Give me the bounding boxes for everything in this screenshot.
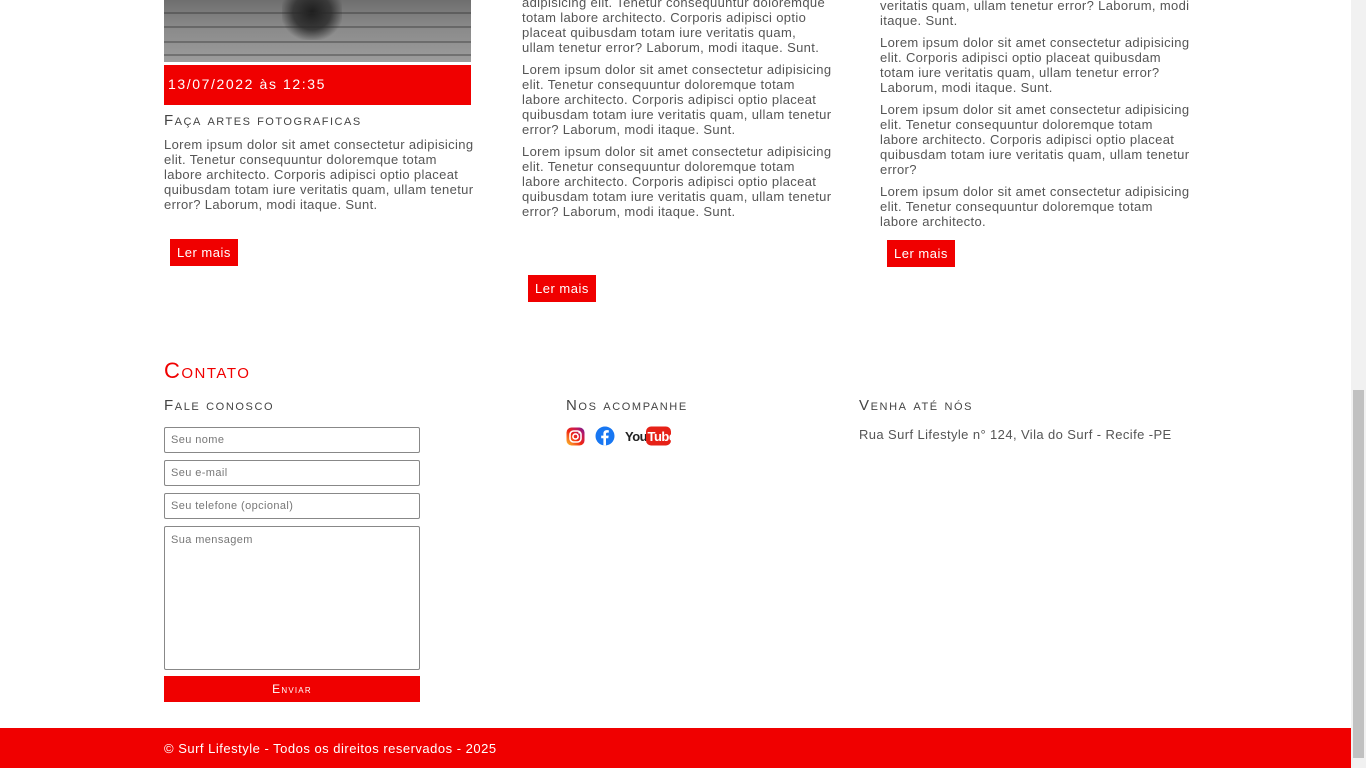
scrollbar-thumb[interactable]: [1353, 390, 1364, 758]
surfer-silhouette: [282, 0, 342, 40]
youtube-icon[interactable]: You Tube: [625, 426, 676, 451]
water-ripple: [164, 26, 471, 28]
address-text: Rua Surf Lifestyle n° 124, Vila do Surf …: [859, 427, 1172, 442]
water-ripple: [164, 12, 471, 14]
post-paragraph: Lorem ipsum dolor sit amet consectetur a…: [522, 62, 832, 137]
read-more-button[interactable]: Ler mais: [528, 275, 596, 302]
post-paragraph: Lorem ipsum dolor sit amet consectetur a…: [164, 137, 474, 212]
phone-field[interactable]: [164, 493, 420, 519]
post-body-1: Lorem ipsum dolor sit amet consectetur a…: [164, 137, 474, 219]
post-body-3: veritatis quam, ullam tenetur error? Lab…: [880, 0, 1190, 236]
svg-text:You: You: [625, 429, 648, 444]
post-paragraph: Lorem ipsum dolor sit amet consectetur a…: [880, 35, 1190, 95]
post-paragraph: veritatis quam, ullam tenetur error? Lab…: [880, 0, 1190, 28]
instagram-icon[interactable]: [566, 427, 585, 451]
post-paragraph: Lorem ipsum dolor sit amet consectetur a…: [522, 144, 832, 219]
post-paragraph: Lorem ipsum dolor sit amet consectetur a…: [880, 102, 1190, 177]
page: 13/07/2022 às 12:35 Faça artes fotografi…: [0, 0, 1351, 768]
post-body-2: adipisicing elit. Tenetur consequuntur d…: [522, 0, 832, 226]
name-field[interactable]: [164, 427, 420, 453]
social-links: You Tube: [566, 426, 681, 451]
message-field[interactable]: [164, 526, 420, 670]
social-title: Nos acompanhe: [566, 397, 688, 414]
send-button[interactable]: Enviar: [164, 676, 420, 702]
water-ripple: [164, 41, 471, 43]
vertical-scrollbar[interactable]: [1351, 0, 1366, 768]
address-title: Venha até nós: [859, 397, 974, 414]
water-ripple: [164, 54, 471, 56]
read-more-button[interactable]: Ler mais: [887, 240, 955, 267]
contact-title: Contato: [164, 358, 251, 383]
read-more-button[interactable]: Ler mais: [170, 239, 238, 266]
post-paragraph: Lorem ipsum dolor sit amet consectetur a…: [880, 184, 1190, 229]
post-paragraph: adipisicing elit. Tenetur consequuntur d…: [522, 0, 826, 55]
post-title: Faça artes fotograficas: [164, 112, 362, 129]
facebook-icon[interactable]: [595, 426, 615, 451]
post-date: 13/07/2022 às 12:35: [164, 65, 471, 105]
email-field[interactable]: [164, 460, 420, 486]
svg-text:Tube: Tube: [648, 429, 672, 444]
form-title: Fale conosco: [164, 397, 275, 414]
footer: © Surf Lifestyle - Todos os direitos res…: [0, 728, 1351, 768]
post-photo: [164, 0, 471, 62]
copyright-text: © Surf Lifestyle - Todos os direitos res…: [164, 741, 497, 756]
